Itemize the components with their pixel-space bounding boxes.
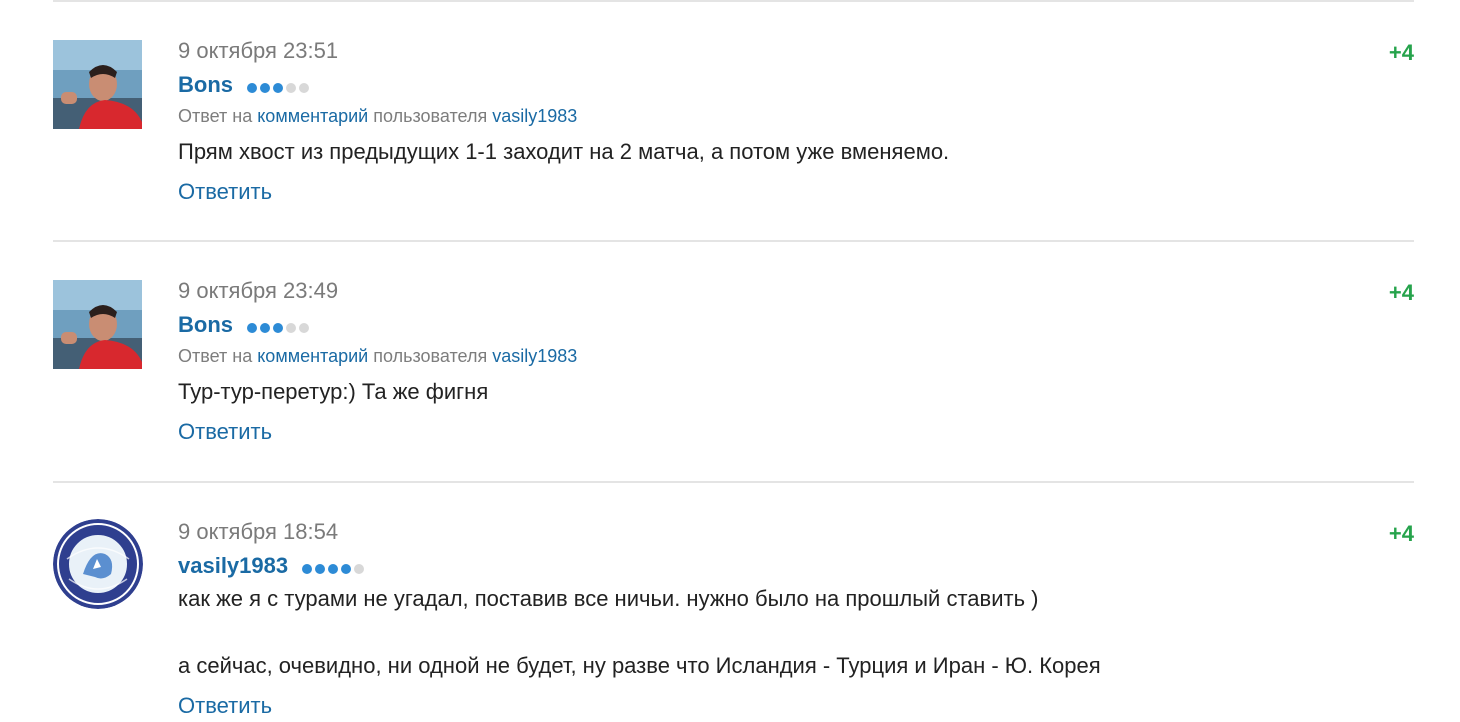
comment-author[interactable]: Bons (178, 72, 312, 99)
comment-text: Прям хвост из предыдущих 1-1 заходит на … (178, 139, 950, 164)
rating-dot (341, 564, 352, 575)
comment-score: +4 (1388, 521, 1414, 546)
rating-dot (354, 564, 365, 575)
reply-user-link[interactable]: vasily1983 (492, 106, 577, 126)
club-logo-icon (53, 519, 143, 609)
rating-dot (302, 564, 313, 575)
rating-dot (247, 83, 258, 94)
comment-divider (53, 240, 1414, 242)
user-rating (247, 73, 312, 99)
comment-date: 9 октября 18:54 (178, 519, 339, 544)
avatar-image (53, 280, 142, 369)
reply-comment-link[interactable]: комментарий (257, 106, 368, 126)
comment-author[interactable]: vasily1983 (178, 553, 367, 580)
comment-divider (53, 0, 1414, 2)
reply-to-line: Ответ на комментарий пользователя vasily… (178, 106, 577, 127)
comment-date: 9 октября 23:49 (178, 278, 339, 303)
reply-to-prefix: Ответ на (178, 346, 253, 366)
rating-dot (273, 83, 284, 94)
reply-user-link[interactable]: vasily1983 (492, 346, 577, 366)
rating-dot (286, 323, 297, 334)
author-name[interactable]: Bons (178, 312, 233, 337)
user-rating (247, 313, 312, 339)
user-avatar[interactable] (53, 519, 143, 609)
reply-comment-link[interactable]: комментарий (257, 346, 368, 366)
reply-to-prefix: Ответ на (178, 106, 253, 126)
rating-dot (260, 83, 271, 94)
comment-score: +4 (1388, 280, 1414, 305)
user-rating (302, 554, 367, 580)
user-avatar[interactable] (53, 40, 142, 129)
comment-score: +4 (1388, 40, 1414, 65)
rating-dot (315, 564, 326, 575)
reply-button[interactable]: Ответить (178, 419, 272, 445)
rating-dot (260, 323, 271, 334)
reply-to-middle: пользователя (373, 346, 488, 366)
comments-list: 9 октября 23:51 Bons Ответ на комментари… (0, 0, 1460, 722)
comment-date: 9 октября 23:51 (178, 38, 339, 63)
rating-dot (299, 323, 310, 334)
rating-dot (247, 323, 258, 334)
reply-to-line: Ответ на комментарий пользователя vasily… (178, 346, 577, 367)
avatar-image (53, 40, 142, 129)
comment-text: Тур-тур-перетур:) Та же фигня (178, 379, 489, 404)
reply-button[interactable]: Ответить (178, 179, 272, 205)
comment-divider (53, 481, 1414, 483)
comment-text-line-1: как же я с турами не угадал, поставив вс… (178, 586, 1039, 611)
reply-button[interactable]: Ответить (178, 693, 272, 719)
comment-author[interactable]: Bons (178, 312, 312, 339)
comment-text-line-2: а сейчас, очевидно, ни одной не будет, н… (178, 653, 1101, 678)
rating-dot (299, 83, 310, 94)
author-name[interactable]: Bons (178, 72, 233, 97)
rating-dot (273, 323, 284, 334)
rating-dot (286, 83, 297, 94)
author-name[interactable]: vasily1983 (178, 553, 288, 578)
user-avatar[interactable] (53, 280, 142, 369)
reply-to-middle: пользователя (373, 106, 488, 126)
rating-dot (328, 564, 339, 575)
